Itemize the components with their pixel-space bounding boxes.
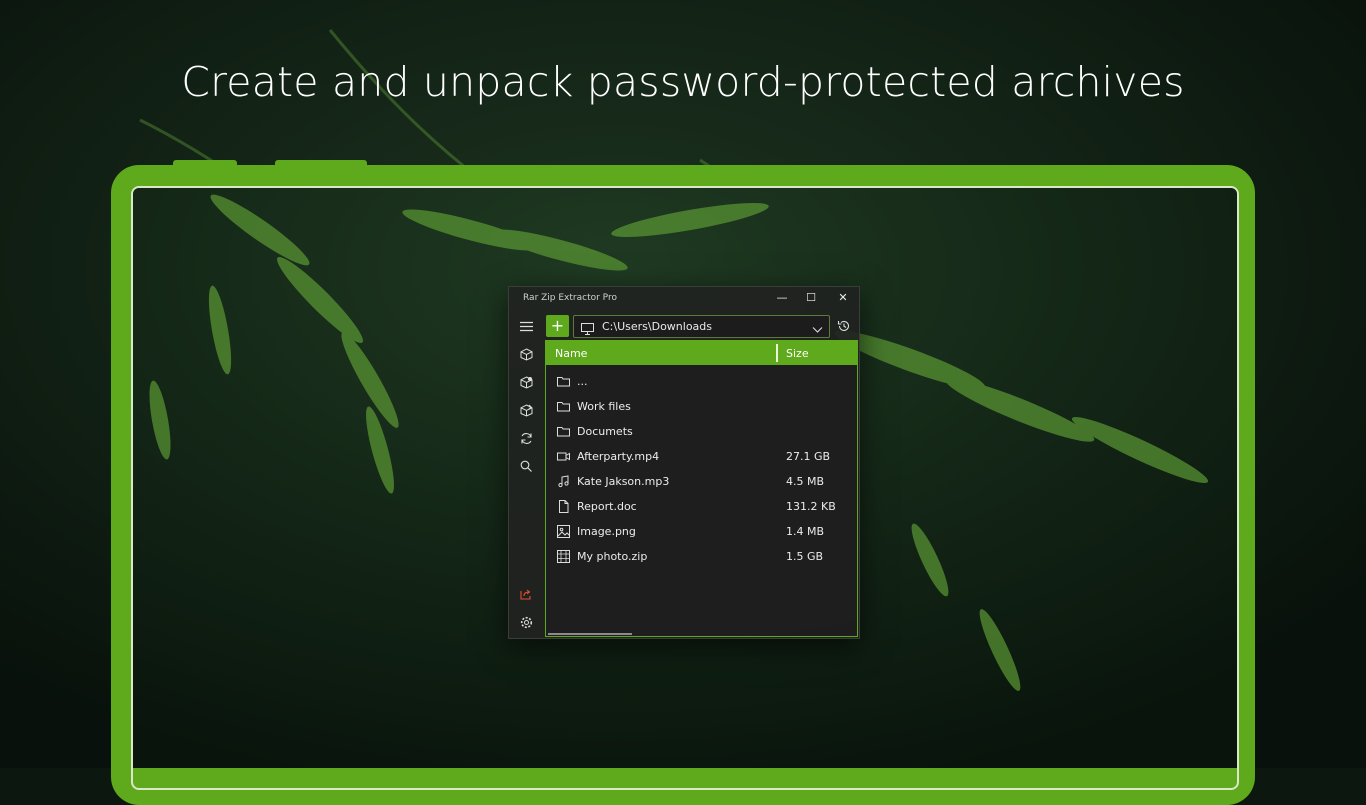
music-icon <box>557 475 570 488</box>
file-name: Work files <box>577 400 631 413</box>
file-name: Documets <box>577 425 633 438</box>
list-header: Name Size <box>546 341 857 365</box>
column-name[interactable]: Name <box>555 347 587 360</box>
folder-icon <box>557 375 570 388</box>
file-name: Kate Jakson.mp3 <box>577 475 669 488</box>
search-icon[interactable] <box>517 457 535 475</box>
title-bar[interactable]: Rar Zip Extractor Pro — ☐ ✕ <box>509 287 859 309</box>
file-name: Afterparty.mp4 <box>577 450 659 463</box>
refresh-icon[interactable] <box>517 429 535 447</box>
file-name: Report.doc <box>577 500 637 513</box>
column-divider[interactable] <box>776 344 778 362</box>
file-name: ... <box>577 375 588 388</box>
list-item[interactable]: Kate Jakson.mp3 4.5 MB <box>546 469 857 494</box>
file-size: 131.2 KB <box>786 500 836 513</box>
box-icon[interactable] <box>517 345 535 363</box>
chevron-down-icon <box>812 320 823 339</box>
list-item[interactable]: Work files <box>546 394 857 419</box>
path-dropdown[interactable]: C:\Users\Downloads <box>573 315 830 338</box>
current-path: C:\Users\Downloads <box>602 320 712 333</box>
file-size: 4.5 MB <box>786 475 824 488</box>
list-item[interactable]: Report.doc 131.2 KB <box>546 494 857 519</box>
maximize-button[interactable]: ☐ <box>800 290 822 306</box>
gear-icon[interactable] <box>517 613 535 631</box>
history-icon[interactable] <box>837 318 851 337</box>
add-button[interactable]: + <box>546 315 569 337</box>
sidebar <box>509 309 545 637</box>
image-icon <box>557 525 570 538</box>
video-icon <box>557 450 570 463</box>
folder-icon <box>557 400 570 413</box>
archive-icon <box>557 550 570 563</box>
list-item[interactable]: ... <box>546 369 857 394</box>
horizontal-scrollbar[interactable] <box>548 633 632 635</box>
folder-icon <box>557 425 570 438</box>
column-size[interactable]: Size <box>786 347 809 360</box>
file-size: 1.5 GB <box>786 550 823 563</box>
box-extract-icon[interactable] <box>517 401 535 419</box>
file-size: 27.1 GB <box>786 450 830 463</box>
file-size: 1.4 MB <box>786 525 824 538</box>
list-item[interactable]: Image.png 1.4 MB <box>546 519 857 544</box>
document-icon <box>557 500 570 513</box>
list-item[interactable]: Afterparty.mp4 27.1 GB <box>546 444 857 469</box>
file-name: Image.png <box>577 525 636 538</box>
window-title: Rar Zip Extractor Pro <box>523 293 617 303</box>
app-window: Rar Zip Extractor Pro — ☐ ✕ + <box>508 286 860 639</box>
list-item[interactable]: My photo.zip 1.5 GB <box>546 544 857 569</box>
file-list: Name Size ... Work files Documets Afterp… <box>545 340 858 637</box>
file-name: My photo.zip <box>577 550 647 563</box>
menu-icon[interactable] <box>517 317 535 335</box>
share-icon[interactable] <box>517 585 535 603</box>
page-headline: Create and unpack password-protected arc… <box>0 58 1366 106</box>
close-button[interactable]: ✕ <box>832 290 854 306</box>
box-add-icon[interactable] <box>517 373 535 391</box>
computer-icon <box>581 320 594 339</box>
minimize-button[interactable]: — <box>771 290 793 306</box>
list-item[interactable]: Documets <box>546 419 857 444</box>
